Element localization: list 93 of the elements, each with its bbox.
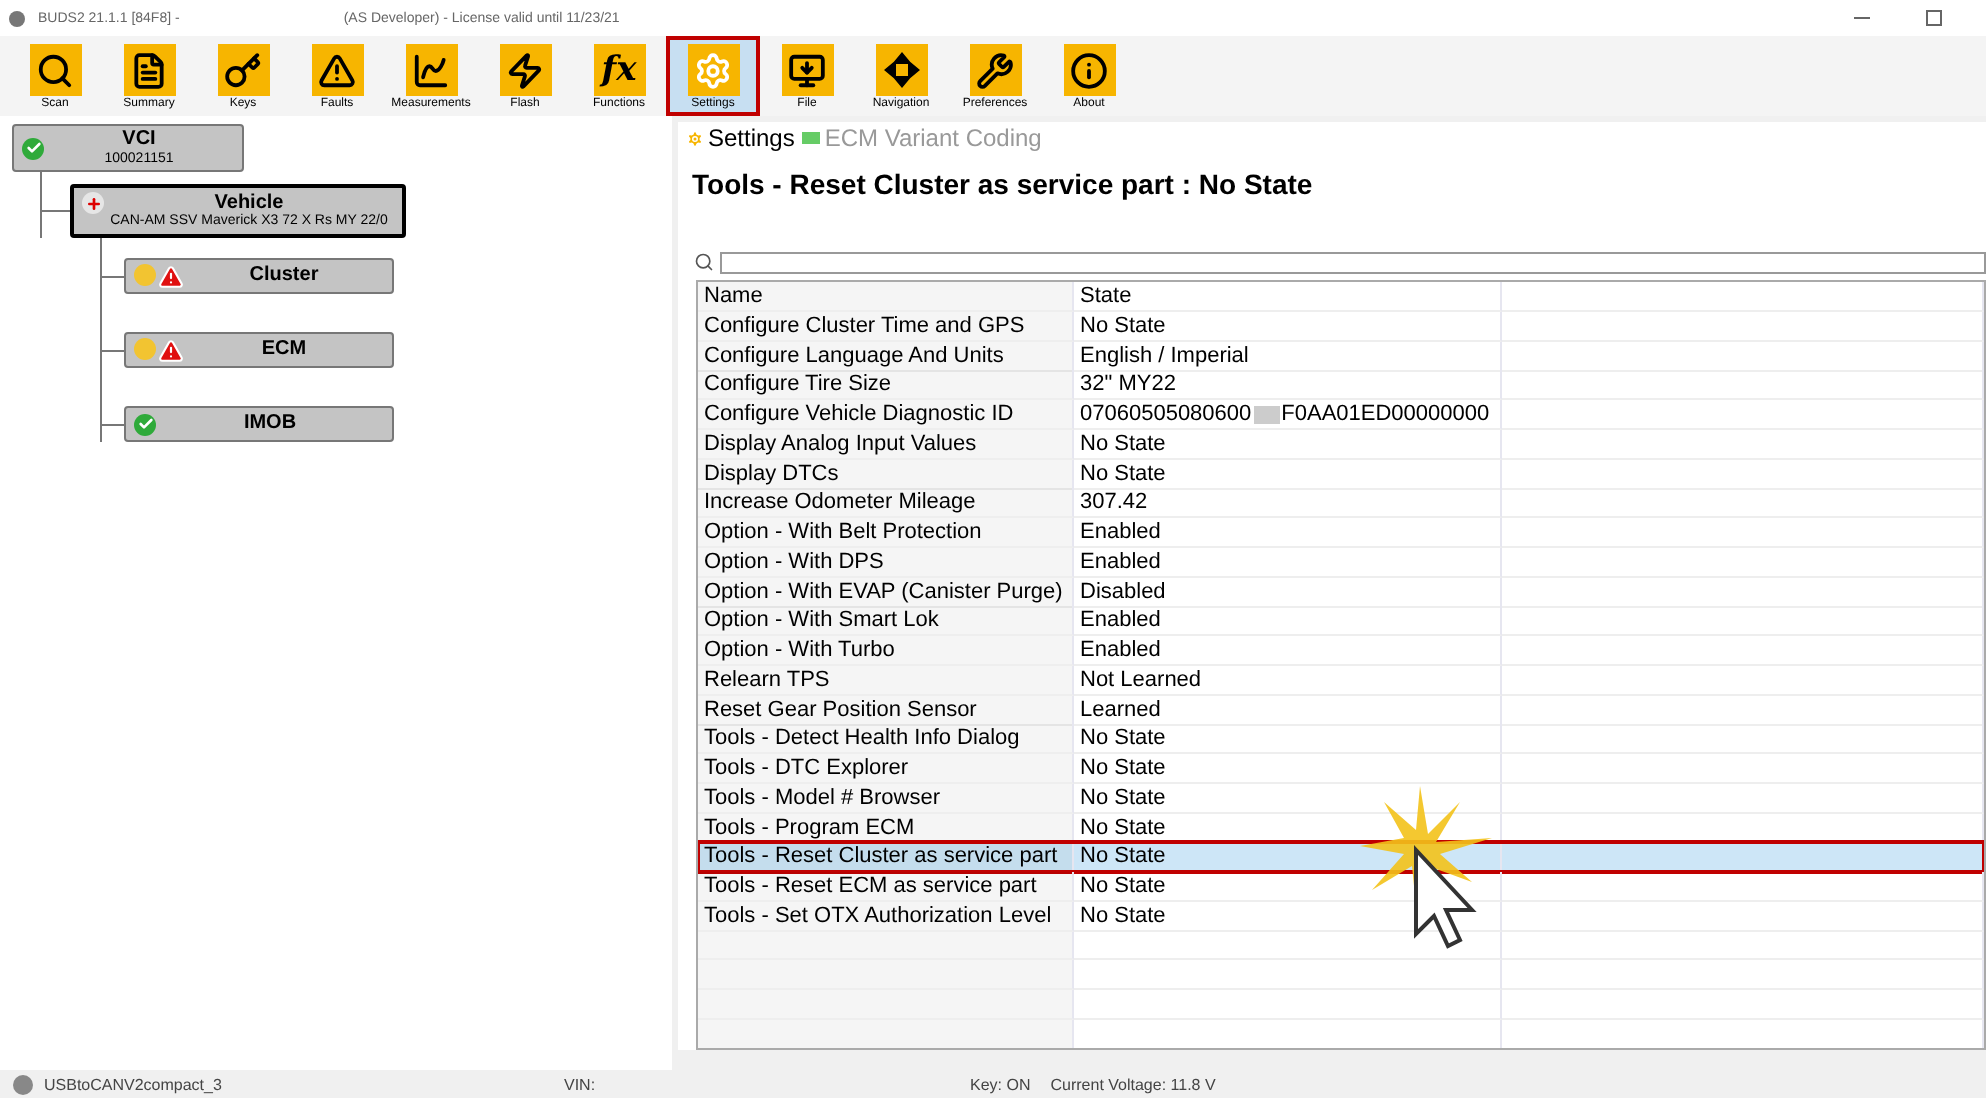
table-cell: Option - With Smart Lok [698, 606, 1074, 637]
table-cell: Enabled [1074, 518, 1502, 548]
table-row[interactable]: Increase Odometer Mileage 307.42 [698, 488, 1984, 518]
adapter-icon [10, 1073, 36, 1095]
table-row[interactable]: Option - With DPS Enabled [698, 547, 1984, 577]
table-row[interactable]: Reset Gear Position Sensor Learned [698, 695, 1984, 725]
search-field[interactable] [720, 251, 1986, 273]
table-cell: Tools - Model # Browser [698, 783, 1074, 814]
tree-node[interactable]: ECM [124, 332, 394, 368]
table-row[interactable]: Configure Language And Units English / Imperial [698, 341, 1984, 371]
table-cell: Disabled [1074, 577, 1502, 607]
search-icon [694, 252, 714, 272]
table-cell: Option - With DPS [698, 547, 1074, 578]
table-row[interactable]: Tools - Reset Cluster as service part No State [698, 842, 1984, 872]
table-row[interactable]: Relearn TPS Not Learned [698, 665, 1984, 695]
table-cell: 07060505080600 F0AA01ED00000000 [1074, 400, 1502, 430]
table-cell: Tools - Set OTX Authorization Level [698, 901, 1074, 932]
adapter-name: USBtoCANV2compact_3 [42, 1075, 224, 1093]
table-cell: No State [1074, 754, 1502, 784]
table-cell: Option - With Belt Protection [698, 518, 1074, 548]
table-cell: Reset Gear Position Sensor [698, 695, 1074, 725]
key-icon [224, 51, 262, 89]
table-cell: Learned [1074, 695, 1502, 725]
table-cell: Tools - DTC Explorer [698, 754, 1074, 784]
table-cell: 32" MY22 [1074, 370, 1502, 401]
maximize-icon[interactable] [1926, 10, 1942, 26]
monitor-download-icon [788, 51, 826, 89]
table-cell: Enabled [1074, 606, 1502, 637]
vin-label: VIN: [564, 1075, 598, 1093]
table-cell: Option - With EVAP (Canister Purge) [698, 577, 1074, 607]
table-cell: 307.42 [1074, 488, 1502, 519]
tree-node[interactable]: Cluster [124, 258, 394, 294]
table-cell: Display DTCs [698, 459, 1074, 489]
table-cell: Tools - Reset Cluster as service part [698, 842, 1074, 873]
table-cell: English / Imperial [1074, 341, 1502, 371]
column-header[interactable]: Name [698, 282, 1074, 312]
node-title: Vehicle [214, 193, 284, 214]
chip-icon [802, 132, 821, 144]
table-cell: No State [1074, 724, 1502, 755]
warning-icon [158, 337, 184, 363]
key-status: Key: ON [970, 1075, 1031, 1093]
search-icon [36, 51, 74, 89]
table-row[interactable]: Configure Cluster Time and GPS No State [698, 311, 1984, 341]
settings-icon [694, 51, 732, 89]
warning-icon [158, 263, 184, 289]
table-cell: Display Analog Input Values [698, 429, 1074, 460]
status-dot-icon [134, 337, 156, 359]
table-cell: No State [1074, 429, 1502, 460]
table-cell: Configure Cluster Time and GPS [698, 311, 1074, 342]
table-cell: Not Learned [1074, 665, 1502, 696]
table-row[interactable]: Configure Tire Size 32" MY22 [698, 370, 1984, 400]
node-title: ECM [261, 339, 307, 361]
app-logo-icon [8, 9, 26, 27]
tools-icon [976, 51, 1014, 89]
table-row[interactable]: Display Analog Input Values No State [698, 429, 1984, 459]
warning-icon [318, 51, 356, 89]
table-cell: Enabled [1074, 636, 1502, 666]
column-header[interactable]: State [1074, 282, 1502, 312]
table-row[interactable]: Tools - Model # Browser No State [698, 783, 1984, 813]
chart-icon [412, 51, 450, 89]
table-row[interactable]: Option - With EVAP (Canister Purge) Disabled [698, 577, 1984, 607]
table-cell: Configure Vehicle Diagnostic ID [698, 400, 1074, 430]
function-icon: fx [593, 44, 645, 96]
info-icon [1070, 51, 1108, 89]
node-title: VCI [122, 130, 156, 152]
table-cell: Configure Tire Size [698, 370, 1074, 401]
tree-node[interactable]: IMOB [124, 406, 394, 442]
status-dot-icon [134, 263, 156, 285]
setting-heading: Tools - Reset Cluster as service part : No State [692, 168, 1315, 204]
table-row[interactable]: Option - With Belt Protection Enabled [698, 518, 1984, 548]
node-title: Cluster [249, 265, 319, 287]
table-row[interactable]: Configure Vehicle Diagnostic ID 07060505080600 F0AA01ED00000000 [698, 400, 1984, 430]
table-cell: Configure Language And Units [698, 341, 1074, 371]
voltage-status: Current Voltage: 11.8 V [1050, 1075, 1216, 1093]
table-row[interactable]: Option - With Turbo Enabled [698, 636, 1984, 666]
table-row[interactable]: Tools - DTC Explorer No State [698, 754, 1984, 784]
four-arrows-icon [881, 50, 921, 90]
table-cell: Tools - Reset ECM as service part [698, 872, 1074, 902]
table-cell: Tools - Detect Health Info Dialog [698, 724, 1074, 755]
table-cell: Enabled [1074, 547, 1502, 578]
table-row[interactable]: Tools - Detect Health Info Dialog No State [698, 724, 1984, 754]
table-cell: Relearn TPS [698, 665, 1074, 696]
tab[interactable]: Settings [686, 124, 795, 152]
table-cell: No State [1074, 459, 1502, 489]
document-icon [130, 51, 168, 89]
table-cell: Option - With Turbo [698, 636, 1074, 666]
lightning-icon [506, 51, 544, 89]
table-cell: No State [1074, 311, 1502, 342]
settings-icon [686, 129, 704, 147]
table-row[interactable]: Display DTCs No State [698, 459, 1984, 489]
node-title: IMOB [243, 413, 297, 435]
table-row[interactable]: Option - With Smart Lok Enabled [698, 606, 1984, 636]
table-cell: Increase Odometer Mileage [698, 488, 1074, 519]
